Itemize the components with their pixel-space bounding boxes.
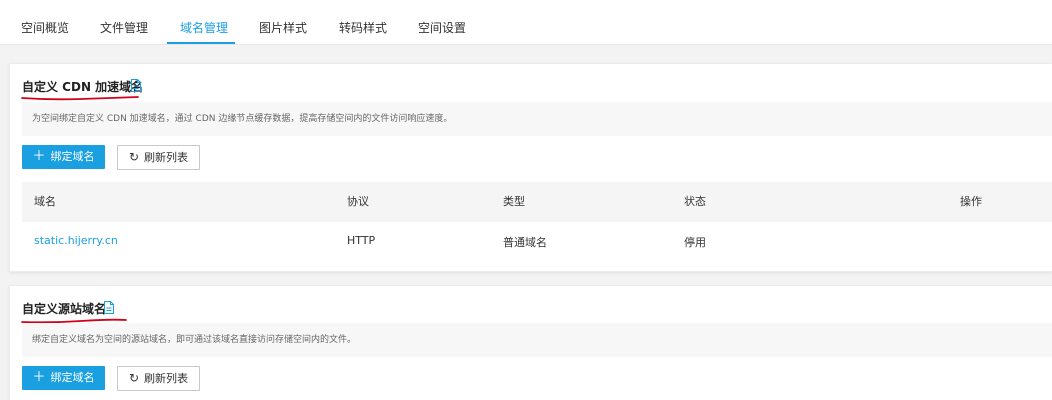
plus-icon: ＋ bbox=[32, 370, 46, 385]
plus-icon: ＋ bbox=[32, 149, 46, 164]
tab-file-management[interactable]: 文件管理 bbox=[100, 0, 148, 45]
tab-space-overview[interactable]: 空间概览 bbox=[21, 0, 69, 45]
column-header-action: 操作 bbox=[960, 195, 982, 208]
refresh-icon: ↻ bbox=[128, 371, 140, 385]
status-cell: 停用 bbox=[684, 236, 706, 249]
refresh-icon: ↻ bbox=[128, 150, 140, 164]
doc-icon[interactable] bbox=[130, 79, 142, 92]
cdn-section-title: 自定义 CDN 加速域名 bbox=[22, 80, 144, 94]
refresh-list-button[interactable]: ↻ 刷新列表 bbox=[117, 366, 200, 391]
annotation-underline bbox=[21, 96, 139, 101]
cdn-domain-card: 自定义 CDN 加速域名 为空间绑定自定义 CDN 加速域名，通过 CDN 边缘… bbox=[9, 63, 1052, 272]
origin-section-description: 绑定自定义域名为空间的源站域名，即可通过该域名直接访问存储空间内的文件。 bbox=[22, 323, 1052, 357]
cdn-section-description: 为空间绑定自定义 CDN 加速域名，通过 CDN 边缘节点缓存数据，提高存储空间… bbox=[22, 102, 1052, 136]
type-cell: 普通域名 bbox=[503, 236, 547, 249]
bind-domain-button[interactable]: ＋ 绑定域名 bbox=[22, 145, 105, 169]
column-header-status: 状态 bbox=[684, 195, 706, 208]
column-header-domain: 域名 bbox=[34, 195, 56, 208]
domain-link[interactable]: static.hijerry.cn bbox=[34, 234, 118, 247]
doc-icon[interactable] bbox=[103, 301, 115, 314]
bind-domain-label: 绑定域名 bbox=[50, 371, 95, 384]
tab-space-settings[interactable]: 空间设置 bbox=[418, 0, 466, 45]
protocol-cell: HTTP bbox=[347, 234, 376, 247]
bind-domain-label: 绑定域名 bbox=[50, 150, 95, 163]
domain-table-header: 域名 协议 类型 状态 操作 bbox=[22, 182, 1052, 222]
refresh-list-label: 刷新列表 bbox=[144, 372, 189, 385]
column-header-protocol: 协议 bbox=[347, 195, 369, 208]
tab-transcode-styles[interactable]: 转码样式 bbox=[339, 0, 387, 45]
bind-domain-button[interactable]: ＋ 绑定域名 bbox=[22, 366, 105, 390]
origin-domain-card: 自定义源站域名 绑定自定义域名为空间的源站域名，即可通过该域名直接访问存储空间内… bbox=[9, 285, 1052, 400]
origin-section-title: 自定义源站域名 bbox=[22, 302, 107, 316]
refresh-list-label: 刷新列表 bbox=[144, 151, 189, 164]
active-tab-indicator bbox=[167, 42, 235, 44]
top-navigation: 空间概览 文件管理 域名管理 图片样式 转码样式 空间设置 bbox=[0, 0, 1052, 45]
tab-domain-management[interactable]: 域名管理 bbox=[180, 0, 228, 45]
refresh-list-button[interactable]: ↻ 刷新列表 bbox=[117, 145, 200, 170]
tab-image-styles[interactable]: 图片样式 bbox=[259, 0, 307, 45]
column-header-type: 类型 bbox=[503, 195, 525, 208]
